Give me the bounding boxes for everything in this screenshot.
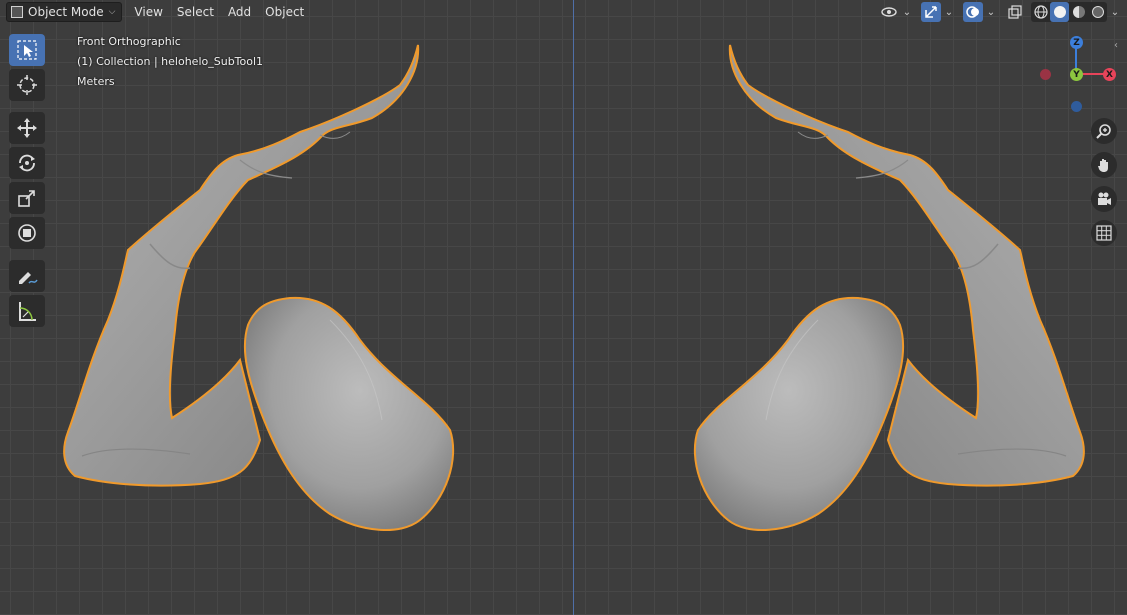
object-mode-icon [11,6,23,18]
header-right-controls: ⌄ ⌄ ⌄ ⌄ [879,2,1121,22]
menu-add[interactable]: Add [224,2,255,22]
view-name-label: Front Orthographic [77,35,181,48]
chevron-down-icon[interactable]: ⌄ [943,2,955,22]
scale-icon [18,190,35,207]
gizmo-x-axis[interactable]: X [1103,68,1116,81]
navigation-gizmo[interactable]: Z Y X [1036,34,1120,118]
select-box-icon [17,40,37,60]
mode-dropdown[interactable]: Object Mode ⌵ [6,2,123,22]
rotate-tool[interactable] [9,147,45,179]
chevron-down-icon[interactable]: ⌄ [901,2,913,22]
navigation-controls [1091,118,1119,254]
solid-shading-icon[interactable] [1050,2,1069,22]
move-tool[interactable] [9,112,45,144]
tool-shelf [9,34,49,330]
measure-tool[interactable] [9,295,45,327]
transform-icon [18,224,36,242]
units-label: Meters [77,75,115,88]
xray-toggle-icon[interactable] [1005,2,1025,22]
grid-icon [1096,225,1112,241]
hand-pan-icon [1098,159,1108,172]
collection-label: (1) Collection | helohelo_SubTool1 [77,55,264,68]
chevron-down-icon[interactable]: ⌄ [985,2,997,22]
gizmo-neg-x-axis[interactable] [1040,69,1051,80]
ortho-toggle-button[interactable] [1091,220,1117,246]
viewport-header: Object Mode ⌵ View Select Add Object ⌄ ⌄… [0,0,1127,24]
shading-mode-group [1031,2,1107,22]
menu-select[interactable]: Select [173,2,218,22]
zoom-icon [1096,124,1111,139]
scene-canvas[interactable] [0,0,1127,615]
horn-left[interactable] [63,44,455,532]
gizmo-z-axis[interactable]: Z [1070,36,1083,49]
wireframe-shading-icon[interactable] [1031,2,1050,22]
zoom-button[interactable] [1091,118,1117,144]
chevron-left-icon[interactable]: ‹ [1114,40,1118,51]
chevron-down-icon[interactable]: ⌄ [1109,2,1121,22]
menu-view[interactable]: View [130,2,166,22]
measure-icon [19,302,36,321]
overlays-toggle-icon[interactable] [963,2,983,22]
3d-viewport[interactable]: Object Mode ⌵ View Select Add Object ⌄ ⌄… [0,0,1127,615]
mode-label: Object Mode [28,5,104,19]
cursor-icon [17,75,37,95]
visibility-eye-icon[interactable] [879,2,899,22]
camera-icon [1098,192,1111,205]
camera-view-button[interactable] [1091,186,1117,212]
menu-object[interactable]: Object [261,2,308,22]
select-box-tool[interactable] [9,34,45,66]
rendered-shading-icon[interactable] [1088,2,1107,22]
gizmo-toggle-icon[interactable] [921,2,941,22]
horn-right[interactable] [693,44,1085,532]
move-icon [17,118,37,138]
transform-tool[interactable] [9,217,45,249]
annotate-tool[interactable] [9,260,45,292]
chevron-down-icon: ⌵ [108,7,116,17]
pan-button[interactable] [1091,152,1117,178]
annotate-icon [19,272,38,284]
cursor-tool[interactable] [9,69,45,101]
scale-tool[interactable] [9,182,45,214]
gizmo-y-axis[interactable]: Y [1070,68,1083,81]
material-shading-icon[interactable] [1069,2,1088,22]
gizmo-neg-z-axis[interactable] [1071,101,1082,112]
rotate-icon [19,154,35,172]
